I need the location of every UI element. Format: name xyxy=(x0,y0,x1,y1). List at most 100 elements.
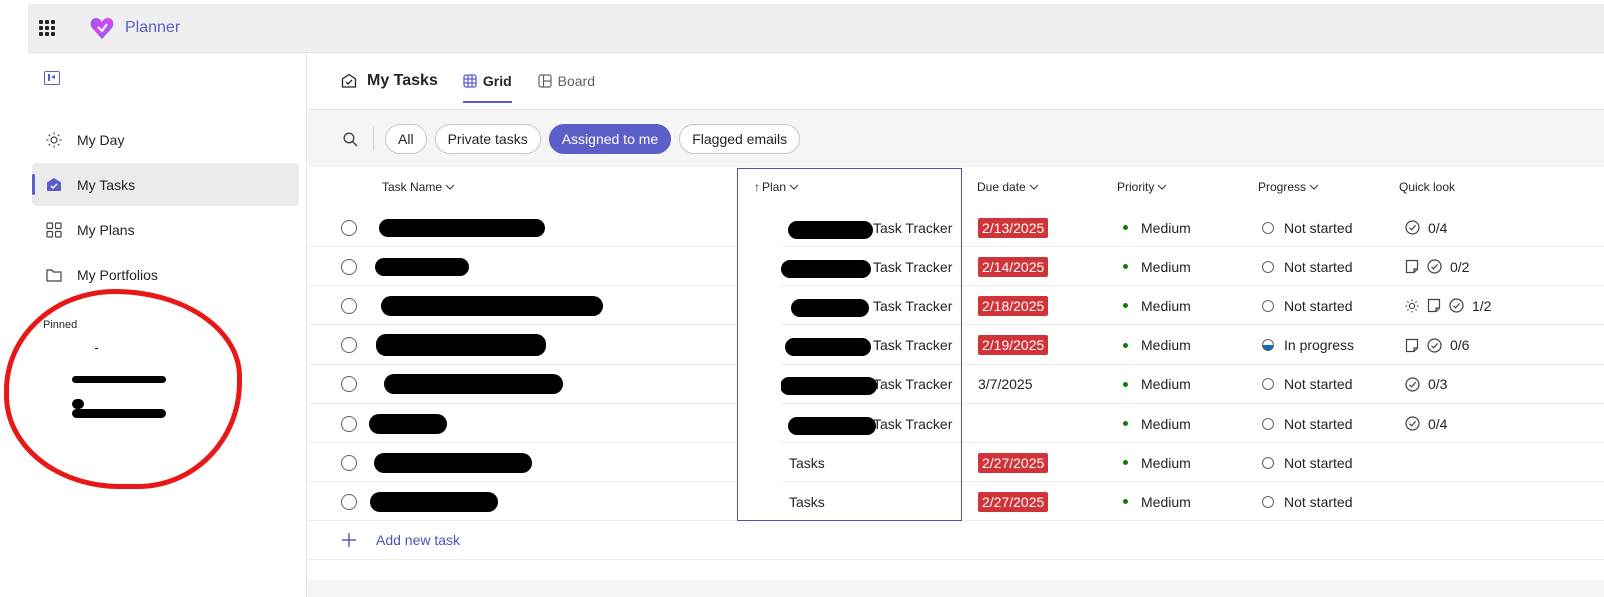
priority-cell[interactable]: Medium xyxy=(1123,365,1191,404)
table-row[interactable]: Task Tracker Medium Not started 0/4 xyxy=(308,404,1604,443)
plan-icon-mask xyxy=(738,208,781,521)
due-date-cell[interactable]: 2/19/2025 xyxy=(978,326,1049,365)
complete-task-radio[interactable] xyxy=(341,365,357,404)
sidebar-item-my-plans[interactable]: My Plans xyxy=(32,208,299,251)
tab-grid[interactable]: Grid xyxy=(462,53,512,110)
my-day-icon xyxy=(1405,299,1419,313)
column-header-quick-look: Quick look xyxy=(1399,180,1456,194)
priority-cell[interactable]: Medium xyxy=(1123,208,1191,247)
plan-cell[interactable]: Tasks xyxy=(789,443,825,482)
priority-cell[interactable]: Medium xyxy=(1123,443,1191,482)
table-row[interactable]: Task Tracker 2/13/2025 Medium Not started 0/… xyxy=(308,208,1604,247)
filter-private-tasks[interactable]: Private tasks xyxy=(434,124,541,154)
due-date-cell[interactable]: 2/18/2025 xyxy=(978,286,1049,325)
priority-cell[interactable]: Medium xyxy=(1123,247,1191,286)
quick-look-cell: 0/3 xyxy=(1405,365,1447,404)
tab-board[interactable]: Board xyxy=(538,53,595,110)
due-date-value: 2/27/2025 xyxy=(978,452,1049,473)
redaction-mark xyxy=(785,338,871,357)
my-tasks-outline-icon xyxy=(341,73,357,89)
chevron-down-icon xyxy=(1309,184,1319,190)
top-bar: Planner xyxy=(28,4,1604,53)
plan-cell[interactable]: Task Tracker xyxy=(873,286,952,325)
filter-all[interactable]: All xyxy=(385,124,427,154)
redaction-mark xyxy=(376,334,546,357)
plan-cell[interactable]: Task Tracker xyxy=(873,247,952,286)
column-header-plan[interactable]: ↑ Plan xyxy=(754,167,799,207)
plan-cell[interactable]: Task Tracker xyxy=(873,326,952,365)
table-row[interactable]: Tasks 2/27/2025 Medium Not started xyxy=(308,443,1604,483)
quick-look-cell: 0/4 xyxy=(1405,404,1447,443)
sidebar-item-label: My Plans xyxy=(77,221,135,238)
complete-task-radio[interactable] xyxy=(341,482,357,521)
priority-dot xyxy=(1123,225,1128,230)
complete-task-radio[interactable] xyxy=(341,286,357,325)
priority-cell[interactable]: Medium xyxy=(1123,326,1191,365)
priority-cell[interactable]: Medium xyxy=(1123,482,1191,521)
priority-dot xyxy=(1123,421,1128,426)
grid-icon xyxy=(463,74,477,88)
progress-cell[interactable]: Not started xyxy=(1262,443,1352,482)
my-tasks-icon xyxy=(45,176,63,194)
board-icon xyxy=(538,74,552,88)
table-row[interactable]: Task Tracker 3/7/2025 Medium Not started 0/3 xyxy=(308,365,1604,404)
complete-task-radio[interactable] xyxy=(341,404,357,443)
column-header-task-name[interactable]: Task Name xyxy=(382,167,455,207)
checklist-icon xyxy=(1405,220,1420,235)
plan-cell[interactable]: Tasks xyxy=(789,482,825,521)
progress-cell[interactable]: Not started xyxy=(1262,482,1352,521)
sidebar-item-my-portfolios[interactable]: My Portfolios xyxy=(32,253,299,296)
progress-cell[interactable]: Not started xyxy=(1262,208,1352,247)
grid-plans-icon xyxy=(45,221,63,239)
priority-cell[interactable]: Medium xyxy=(1123,286,1191,325)
checklist-count: 0/3 xyxy=(1428,376,1448,393)
sidebar-item-my-tasks[interactable]: My Tasks xyxy=(32,163,299,206)
table-row[interactable]: Task Tracker 2/18/2025 Medium Not started 1/… xyxy=(308,286,1604,326)
progress-cell[interactable]: Not started xyxy=(1262,286,1352,325)
search-icon[interactable] xyxy=(343,131,358,147)
sidebar-item-label: My Tasks xyxy=(77,176,136,193)
filter-bar: All Private tasks Assigned to me Flagged… xyxy=(308,111,1604,167)
plan-cell[interactable]: Task Tracker xyxy=(873,404,952,443)
redaction-mark xyxy=(369,413,447,434)
filter-assigned-to-me[interactable]: Assigned to me xyxy=(548,124,672,154)
due-date-value: 2/13/2025 xyxy=(978,217,1049,238)
progress-cell[interactable]: Not started xyxy=(1262,365,1352,404)
red-annotation-circle xyxy=(4,289,242,489)
progress-cell[interactable]: In progress xyxy=(1262,326,1354,365)
table-row[interactable]: Task Tracker 2/19/2025 Medium In progress 0/… xyxy=(308,326,1604,365)
complete-task-radio[interactable] xyxy=(341,443,357,482)
column-header-progress[interactable]: Progress xyxy=(1258,167,1319,207)
app-name[interactable]: Planner xyxy=(125,19,180,37)
filter-flagged-emails[interactable]: Flagged emails xyxy=(679,124,801,154)
folder-icon xyxy=(45,266,63,284)
sidebar-item-my-day[interactable]: My Day xyxy=(32,118,299,161)
progress-cell[interactable]: Not started xyxy=(1262,247,1352,286)
planner-window: Planner My Day My Tasks My Plans My Port… xyxy=(0,0,1604,597)
priority-dot xyxy=(1123,499,1128,505)
not-started-icon xyxy=(1262,417,1274,430)
chevron-down-icon xyxy=(789,184,799,190)
due-date-cell[interactable]: 2/27/2025 xyxy=(978,443,1049,482)
column-header-priority[interactable]: Priority xyxy=(1117,167,1167,207)
collapse-sidebar-icon[interactable] xyxy=(44,71,60,85)
table-row[interactable]: Tasks 2/27/2025 Medium Not started xyxy=(308,482,1604,522)
plan-cell[interactable]: Task Tracker xyxy=(873,365,952,404)
app-launcher-icon[interactable] xyxy=(39,20,55,36)
complete-task-radio[interactable] xyxy=(341,208,357,247)
column-header-due-date[interactable]: Due date xyxy=(977,167,1039,207)
complete-task-radio[interactable] xyxy=(341,247,357,286)
due-date-cell[interactable]: 2/14/2025 xyxy=(978,247,1049,286)
complete-task-radio[interactable] xyxy=(341,326,357,365)
table-row[interactable]: Task Tracker 2/14/2025 Medium Not started 0/… xyxy=(308,247,1604,287)
due-date-cell[interactable]: 2/27/2025 xyxy=(978,482,1049,521)
due-date-cell[interactable]: 2/13/2025 xyxy=(978,208,1049,247)
redaction-mark xyxy=(384,374,563,395)
plan-cell[interactable]: Task Tracker xyxy=(873,208,952,247)
due-date-cell[interactable]: 3/7/2025 xyxy=(978,365,1033,404)
priority-cell[interactable]: Medium xyxy=(1123,404,1191,443)
note-icon xyxy=(1427,298,1441,313)
progress-cell[interactable]: Not started xyxy=(1262,404,1352,443)
note-icon xyxy=(1405,338,1419,353)
add-task-row[interactable]: Add new task xyxy=(308,521,1604,560)
